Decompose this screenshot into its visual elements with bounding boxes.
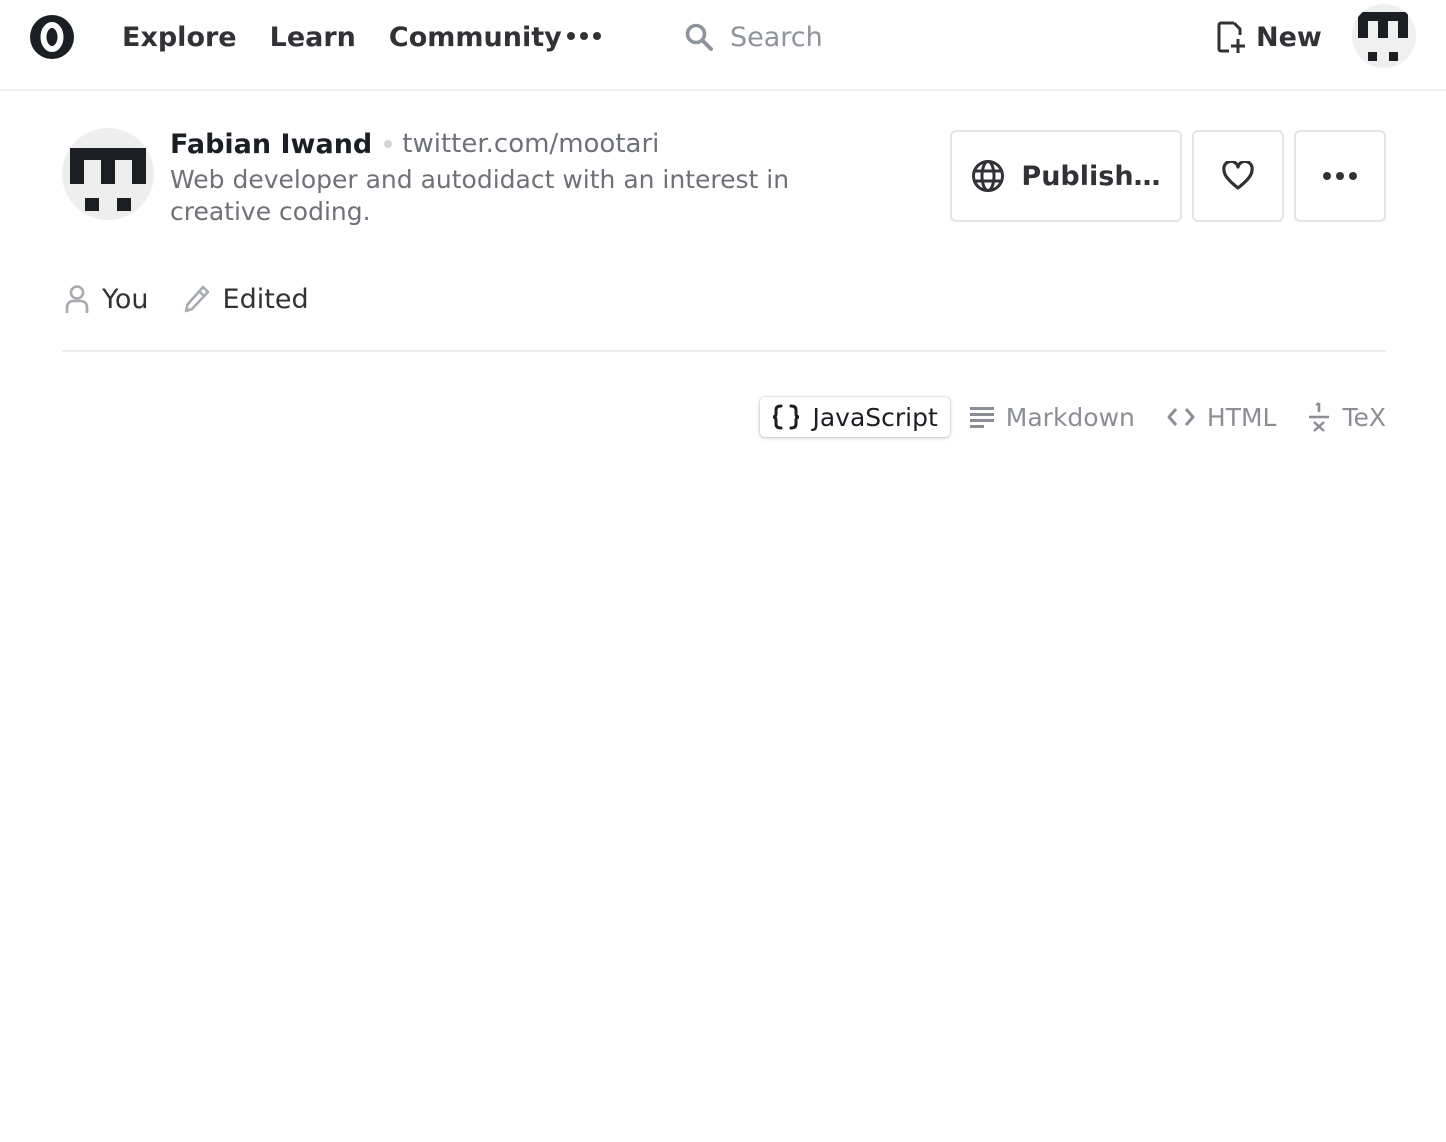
author-bio: Web developer and autodidact with an int… [170, 165, 790, 226]
author-avatar[interactable] [62, 128, 154, 220]
search-bar[interactable] [684, 16, 1104, 58]
mode-javascript-label: JavaScript [812, 402, 938, 432]
text-lines-icon [969, 407, 994, 428]
avatar-pattern [70, 148, 146, 211]
nav-community[interactable]: Community [389, 22, 562, 53]
primary-nav: Explore Learn Community [122, 18, 595, 56]
more-horizontal-icon [1323, 172, 1357, 180]
pencil-icon [184, 285, 209, 313]
mode-tex[interactable]: TeX [1296, 397, 1386, 437]
new-button-label: New [1256, 21, 1322, 53]
separator-dot [384, 140, 393, 148]
owner-item[interactable]: You [64, 284, 149, 315]
new-notebook-button[interactable]: New [1216, 16, 1322, 58]
author-name[interactable]: Fabian Iwand [170, 129, 372, 160]
publish-button-label: Publish… [1021, 160, 1161, 192]
search-icon [685, 23, 713, 51]
fraction-icon [1309, 402, 1330, 432]
notebook-meta: You Edited [64, 280, 343, 318]
globe-icon [972, 160, 1005, 192]
owner-label: You [102, 283, 149, 315]
avatar-pattern [1358, 12, 1408, 61]
mode-html-label: HTML [1206, 402, 1277, 432]
user-icon [65, 285, 89, 313]
curly-braces-icon [773, 404, 800, 430]
like-button[interactable] [1192, 130, 1284, 222]
user-avatar[interactable] [1352, 4, 1416, 68]
status-label: Edited [222, 283, 309, 315]
notebook-menu-button[interactable] [1294, 130, 1386, 222]
cell-mode-selector: JavaScript Markdown HTML TeX [752, 396, 1386, 438]
author-line: Fabian Iwand twitter.com/mootari [170, 126, 870, 162]
mode-markdown-label: Markdown [1005, 402, 1135, 432]
heart-icon [1222, 161, 1254, 190]
nav-learn[interactable]: Learn [270, 22, 356, 53]
mode-javascript[interactable]: JavaScript [760, 397, 950, 437]
status-item[interactable]: Edited [183, 284, 309, 315]
observable-logo-icon[interactable] [29, 14, 75, 60]
author-info: Fabian Iwand twitter.com/mootari Web dev… [170, 126, 870, 228]
top-navigation: Explore Learn Community New [0, 0, 1446, 91]
more-horizontal-icon[interactable] [566, 28, 602, 44]
mode-markdown[interactable]: Markdown [958, 397, 1147, 437]
nav-explore[interactable]: Explore [122, 22, 237, 53]
publish-button[interactable]: Publish… [950, 130, 1182, 222]
author-link[interactable]: twitter.com/mootari [402, 129, 659, 159]
header-divider [62, 350, 1386, 352]
mode-tex-label: TeX [1342, 402, 1386, 432]
code-brackets-icon [1167, 408, 1195, 426]
mode-html[interactable]: HTML [1155, 397, 1289, 437]
search-input[interactable] [730, 21, 1090, 53]
new-notebook-icon [1217, 21, 1245, 53]
